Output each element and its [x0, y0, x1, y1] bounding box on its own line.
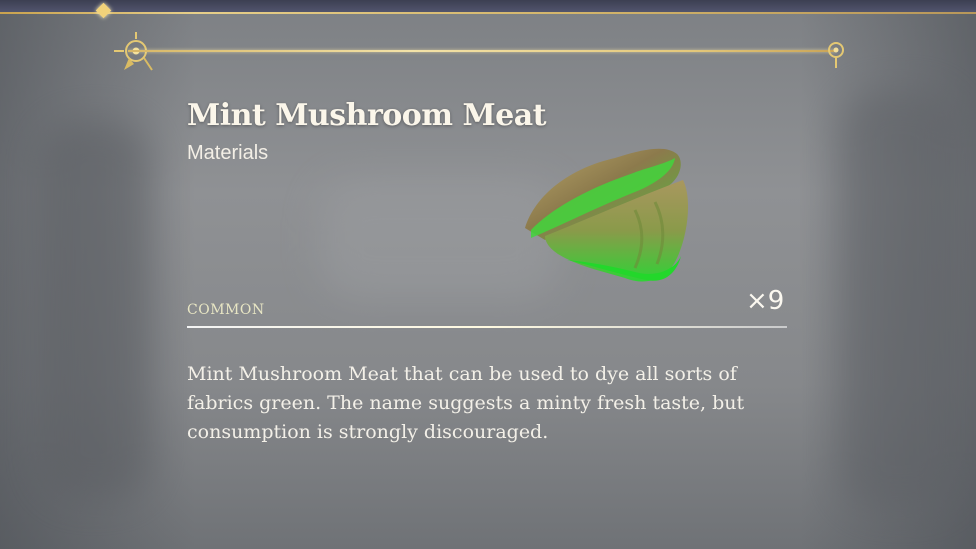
background-blur-left — [40, 120, 150, 500]
item-title: Mint Mushroom Meat — [187, 98, 547, 133]
ornament-end-icon — [828, 42, 844, 68]
compass-ornament-icon — [114, 32, 156, 71]
item-description: Mint Mushroom Meat that can be used to d… — [187, 363, 745, 443]
background-blur-right — [840, 90, 960, 510]
section-divider — [187, 326, 787, 328]
mint-mushroom-meat-icon — [525, 148, 689, 282]
rarity-label: COMMON — [187, 302, 265, 318]
top-gold-line — [0, 12, 976, 14]
quantity-count: ×9 — [746, 286, 785, 316]
panel-top-line — [128, 50, 836, 52]
item-category: Materials — [187, 142, 269, 164]
